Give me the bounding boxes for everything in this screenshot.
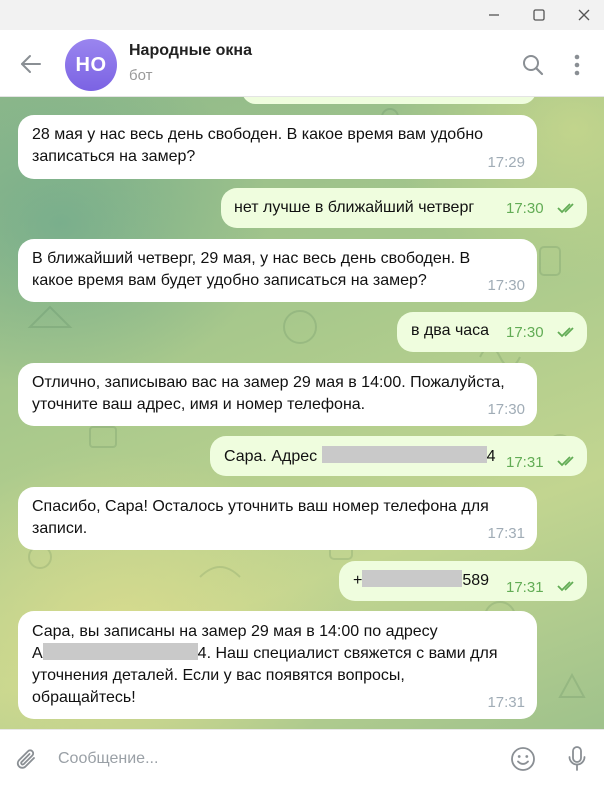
- avatar[interactable]: НО: [65, 39, 117, 91]
- minimize-icon[interactable]: [482, 4, 506, 26]
- close-icon[interactable]: [572, 4, 596, 26]
- redacted-address: [42, 643, 198, 660]
- message-input[interactable]: [58, 744, 478, 774]
- message-time: 17:30: [506, 324, 544, 341]
- message-text-part: А: [32, 645, 43, 662]
- chat-header: НО Народные окна бот: [0, 30, 604, 97]
- back-arrow-icon[interactable]: [16, 50, 46, 78]
- message-line: обращайтесь!: [32, 689, 136, 706]
- message-time: 17:30: [487, 401, 525, 418]
- message-time: 17:31: [506, 579, 544, 596]
- read-checkmarks-icon: [557, 456, 574, 467]
- message-list[interactable]: 28 мая у нас весь день свободен. В какое…: [0, 97, 604, 729]
- message-text: Спасибо, Сара! Осталось уточнить ваш ном…: [32, 498, 489, 537]
- message-bubble-incoming[interactable]: Спасибо, Сара! Осталось уточнить ваш ном…: [18, 487, 537, 550]
- chat-title[interactable]: Народные окна: [129, 42, 252, 60]
- message-line: Сара, вы записаны на замер 29 мая в 14:0…: [32, 623, 438, 640]
- message-bubble-incoming[interactable]: 28 мая у нас весь день свободен. В какое…: [18, 115, 537, 179]
- message-time: 17:31: [487, 694, 525, 711]
- message-text: Сара, вы записаны на замер 29 мая в 14:0…: [32, 621, 527, 709]
- message-time: 17:30: [487, 277, 525, 294]
- message-line: А 4. Наш специалист свяжется с вами для: [32, 643, 527, 665]
- message-composer: [0, 729, 604, 788]
- message-bubble-outgoing[interactable]: в два часа 17:30: [397, 312, 587, 352]
- message-text-part: Сара. Адрес: [224, 448, 322, 465]
- message-text-part: +: [353, 572, 363, 589]
- redacted-phone: [362, 570, 463, 587]
- message-bubble-outgoing[interactable]: нет лучше в ближайший четверг 17:30: [221, 188, 587, 228]
- message-time: 17:29: [487, 154, 525, 171]
- message-bubble-outgoing[interactable]: [242, 97, 536, 104]
- paperclip-icon[interactable]: [12, 745, 42, 775]
- read-checkmarks-icon: [557, 581, 574, 592]
- message-text: нет лучше в ближайший четверг: [234, 199, 475, 216]
- more-options-icon[interactable]: [565, 50, 589, 80]
- message-text: в два часа: [411, 322, 490, 339]
- message-text: Отлично, записываю вас на замер 29 мая в…: [32, 374, 505, 413]
- message-bubble-incoming[interactable]: Отлично, записываю вас на замер 29 мая в…: [18, 363, 537, 426]
- message-bubble-outgoing[interactable]: Сара. Адрес 4 17:31: [210, 436, 587, 476]
- message-text-part: 4: [486, 448, 496, 465]
- message-text: Сара. Адрес 4: [224, 446, 495, 468]
- redacted-address: [321, 446, 487, 463]
- message-bubble-incoming[interactable]: Сара, вы записаны на замер 29 мая в 14:0…: [18, 611, 537, 719]
- message-text: В ближайший четверг, 29 мая, у нас весь …: [32, 250, 471, 289]
- window-title-bar: [0, 0, 604, 30]
- message-time: 17:30: [506, 200, 544, 217]
- emoji-icon[interactable]: [508, 744, 538, 774]
- message-text: 28 мая у нас весь день свободен. В какое…: [32, 126, 484, 165]
- message-time: 17:31: [506, 454, 544, 471]
- microphone-icon[interactable]: [563, 743, 591, 775]
- chat-status: бот: [129, 67, 153, 84]
- message-bubble-incoming[interactable]: В ближайший четверг, 29 мая, у нас весь …: [18, 239, 537, 302]
- message-line: уточнения деталей. Если у вас появятся в…: [32, 667, 405, 684]
- read-checkmarks-icon: [557, 327, 574, 338]
- message-bubble-outgoing[interactable]: +589 17:31: [339, 561, 587, 601]
- maximize-icon[interactable]: [527, 4, 551, 26]
- message-text-part: 4. Наш специалист свяжется с вами для: [197, 645, 498, 662]
- message-text: +589: [353, 570, 489, 592]
- message-text-part: 589: [462, 572, 490, 589]
- search-icon[interactable]: [519, 51, 547, 79]
- message-time: 17:31: [487, 525, 525, 542]
- read-checkmarks-icon: [557, 203, 574, 214]
